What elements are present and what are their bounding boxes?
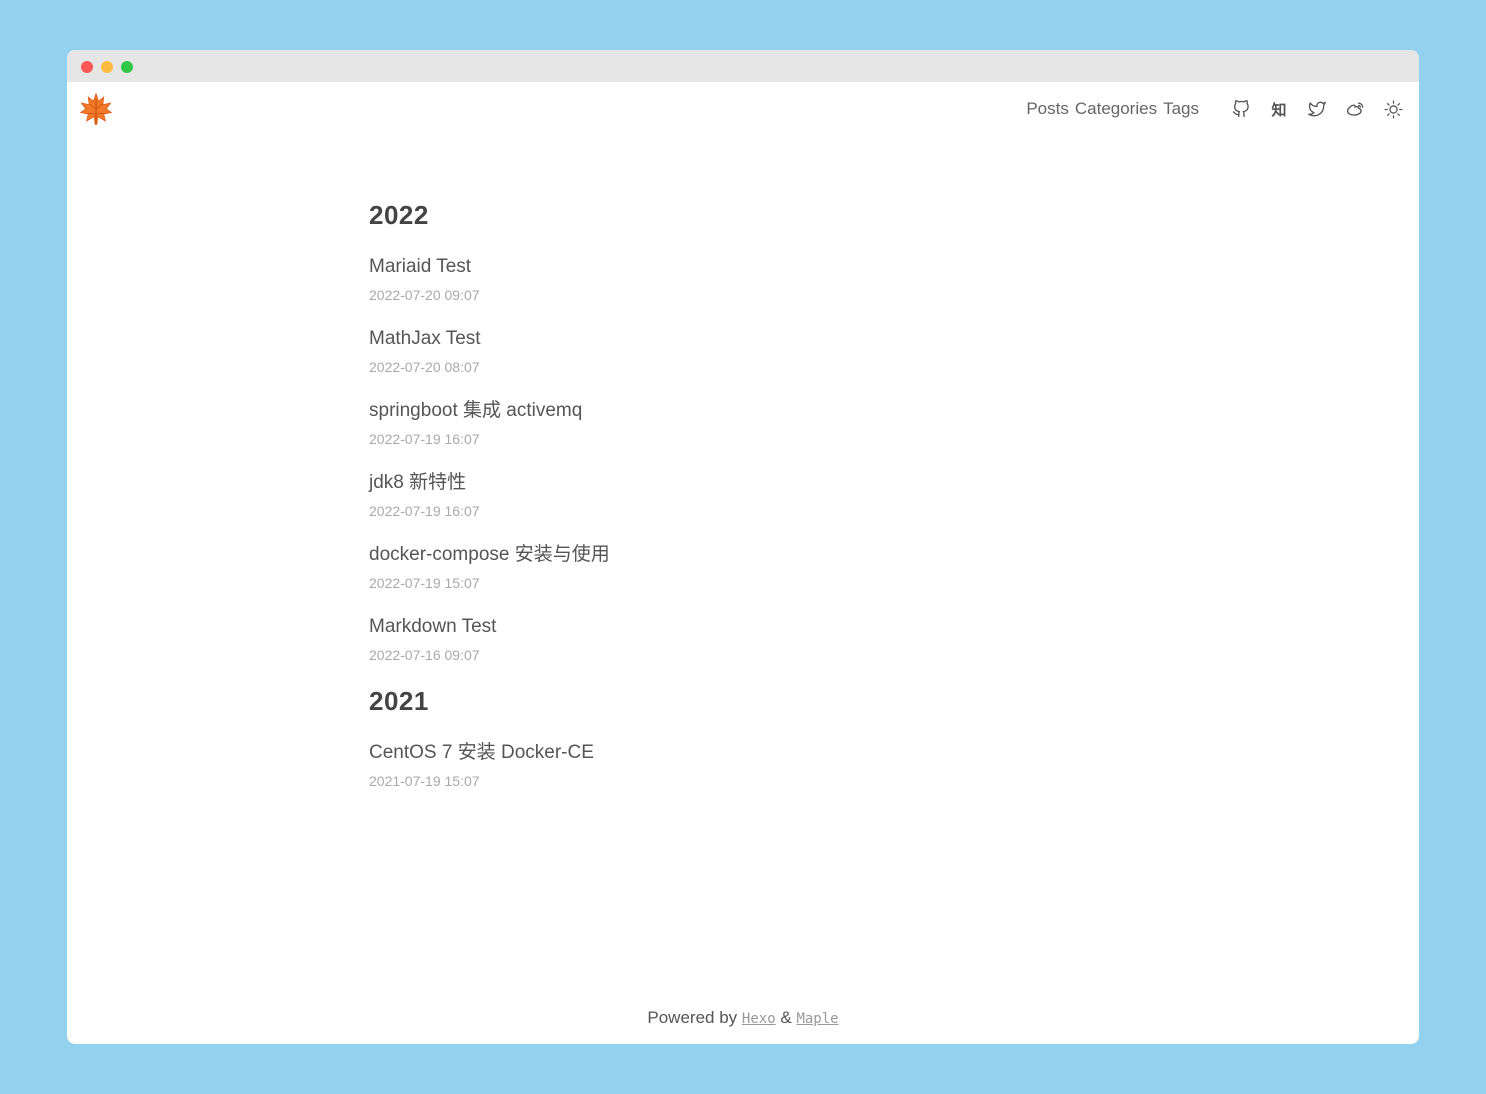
nav-tags-link[interactable]: Tags <box>1163 99 1199 119</box>
post-title-link[interactable]: Markdown Test <box>369 614 1069 640</box>
post-title-link[interactable]: docker-compose 安装与使用 <box>369 542 1069 568</box>
maple-link[interactable]: Maple <box>796 1011 838 1027</box>
post-item: Mariaid Test 2022-07-20 09:07 <box>369 254 1069 304</box>
nav-right: Posts Categories Tags 知 <box>1026 82 1403 136</box>
post-item: docker-compose 安装与使用 2022-07-19 15:07 <box>369 542 1069 592</box>
footer-powered-by-text: Powered by <box>647 1008 738 1027</box>
post-item: CentOS 7 安装 Docker-CE 2021-07-19 15:07 <box>369 740 1069 790</box>
footer-separator: & <box>780 1008 792 1027</box>
theme-toggle-sun-icon[interactable] <box>1383 99 1403 119</box>
maximize-window-button[interactable] <box>121 61 133 73</box>
year-heading: 2021 <box>369 686 429 716</box>
post-item: Markdown Test 2022-07-16 09:07 <box>369 614 1069 664</box>
post-title-link[interactable]: Mariaid Test <box>369 254 1069 280</box>
browser-window: Posts Categories Tags 知 2022 Mariaid Tes… <box>67 50 1419 1044</box>
window-titlebar <box>67 50 1419 82</box>
minimize-window-button[interactable] <box>101 61 113 73</box>
post-title-link[interactable]: springboot 集成 activemq <box>369 398 1069 424</box>
site-footer: Powered by Hexo & Maple <box>67 1008 1419 1028</box>
year-group-2022: 2022 Mariaid Test 2022-07-20 09:07 MathJ… <box>369 200 1069 664</box>
post-date: 2022-07-20 08:07 <box>369 359 480 375</box>
twitter-icon[interactable] <box>1307 99 1327 119</box>
nav-categories-link[interactable]: Categories <box>1075 99 1157 119</box>
close-window-button[interactable] <box>81 61 93 73</box>
post-item: jdk8 新特性 2022-07-19 16:07 <box>369 470 1069 520</box>
year-heading: 2022 <box>369 200 429 230</box>
nav-posts-link[interactable]: Posts <box>1026 99 1069 119</box>
post-date: 2022-07-16 09:07 <box>369 647 480 663</box>
post-date: 2022-07-19 15:07 <box>369 575 480 591</box>
year-group-2021: 2021 CentOS 7 安装 Docker-CE 2021-07-19 15… <box>369 686 1069 790</box>
nav-links: Posts Categories Tags <box>1026 99 1205 119</box>
post-title-link[interactable]: jdk8 新特性 <box>369 470 1069 496</box>
post-item: springboot 集成 activemq 2022-07-19 16:07 <box>369 398 1069 448</box>
weibo-icon[interactable] <box>1345 99 1365 119</box>
hexo-link[interactable]: Hexo <box>742 1011 776 1027</box>
archive-list: 2022 Mariaid Test 2022-07-20 09:07 MathJ… <box>369 200 1069 812</box>
site-navbar: Posts Categories Tags 知 <box>67 82 1419 136</box>
post-date: 2022-07-19 16:07 <box>369 431 480 447</box>
maple-leaf-logo-icon[interactable] <box>79 92 113 126</box>
post-item: MathJax Test 2022-07-20 08:07 <box>369 326 1069 376</box>
post-date: 2022-07-19 16:07 <box>369 503 480 519</box>
post-title-link[interactable]: MathJax Test <box>369 326 1069 352</box>
post-title-link[interactable]: CentOS 7 安装 Docker-CE <box>369 740 1069 766</box>
post-date: 2022-07-20 09:07 <box>369 287 480 303</box>
github-icon[interactable] <box>1231 99 1251 119</box>
zhihu-icon[interactable]: 知 <box>1269 99 1289 119</box>
post-date: 2021-07-19 15:07 <box>369 773 480 789</box>
